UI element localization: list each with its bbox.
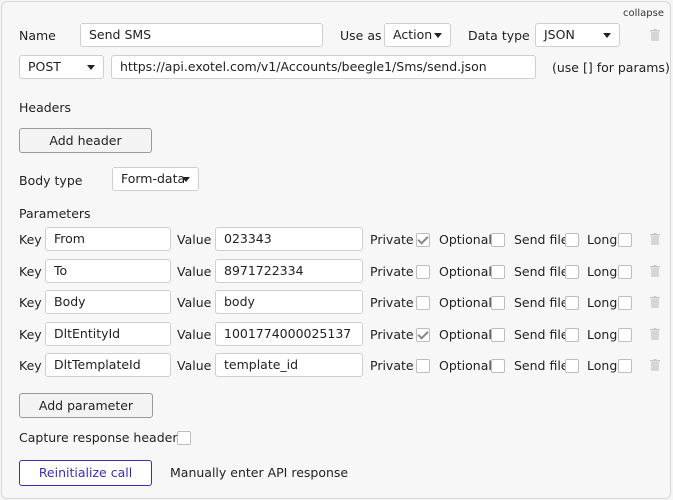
param-key-label: Key — [19, 264, 42, 279]
use-as-value: Action — [393, 27, 433, 42]
chevron-down-icon — [182, 177, 190, 182]
param-private-checkbox[interactable] — [416, 328, 430, 342]
param-optional-label: Optional — [439, 327, 492, 342]
trash-icon[interactable] — [650, 29, 660, 41]
use-as-label: Use as — [340, 28, 382, 43]
param-private-checkbox[interactable] — [416, 296, 430, 310]
param-key-input[interactable]: From — [45, 227, 171, 251]
name-input[interactable]: Send SMS — [80, 23, 323, 47]
param-value-label: Value — [177, 264, 212, 279]
param-long-label: Long — [587, 358, 618, 373]
param-private-checkbox[interactable] — [416, 233, 430, 247]
param-send-file-label: Send file — [514, 327, 569, 342]
param-value-input[interactable]: 1001774000025137 — [215, 322, 363, 346]
param-send-file-checkbox[interactable] — [565, 233, 579, 247]
param-private-label: Private — [370, 327, 414, 342]
param-send-file-checkbox[interactable] — [565, 359, 579, 373]
param-value-label: Value — [177, 295, 212, 310]
data-type-value: JSON — [544, 27, 575, 42]
param-private-label: Private — [370, 358, 414, 373]
param-private-label: Private — [370, 295, 414, 310]
param-key-label: Key — [19, 232, 42, 247]
trash-icon[interactable] — [650, 233, 660, 245]
param-value-input[interactable]: 8971722334 — [215, 259, 363, 283]
capture-headers-label: Capture response headers — [19, 430, 184, 445]
param-key-input[interactable]: DltTemplateId — [45, 353, 171, 377]
param-long-label: Long — [587, 327, 618, 342]
params-hint: (use [] for params) — [552, 60, 670, 75]
param-value-label: Value — [177, 358, 212, 373]
name-label: Name — [19, 28, 56, 43]
add-header-button[interactable]: Add header — [19, 128, 152, 153]
param-optional-checkbox[interactable] — [491, 359, 505, 373]
param-value-input[interactable]: body — [215, 290, 363, 314]
param-optional-checkbox[interactable] — [491, 296, 505, 310]
chevron-down-icon — [603, 33, 611, 38]
param-long-checkbox[interactable] — [618, 265, 632, 279]
param-send-file-label: Send file — [514, 295, 569, 310]
param-send-file-label: Send file — [514, 358, 569, 373]
param-send-file-label: Send file — [514, 264, 569, 279]
param-key-input[interactable]: Body — [45, 290, 171, 314]
param-long-checkbox[interactable] — [618, 233, 632, 247]
chevron-down-icon — [87, 65, 95, 70]
param-key-label: Key — [19, 327, 42, 342]
param-long-checkbox[interactable] — [618, 328, 632, 342]
data-type-label: Data type — [468, 28, 530, 43]
param-optional-label: Optional — [439, 358, 492, 373]
param-send-file-checkbox[interactable] — [565, 265, 579, 279]
headers-title: Headers — [19, 100, 72, 115]
param-key-label: Key — [19, 295, 42, 310]
body-type-select[interactable]: Form-data — [112, 167, 199, 191]
param-optional-checkbox[interactable] — [491, 265, 505, 279]
param-value-label: Value — [177, 232, 212, 247]
param-value-input[interactable]: 023343 — [215, 227, 363, 251]
param-private-label: Private — [370, 264, 414, 279]
param-private-checkbox[interactable] — [416, 265, 430, 279]
param-private-checkbox[interactable] — [416, 359, 430, 373]
param-optional-label: Optional — [439, 295, 492, 310]
trash-icon[interactable] — [650, 296, 660, 308]
param-send-file-checkbox[interactable] — [565, 328, 579, 342]
param-long-checkbox[interactable] — [618, 296, 632, 310]
param-long-checkbox[interactable] — [618, 359, 632, 373]
add-parameter-button[interactable]: Add parameter — [19, 393, 153, 418]
url-input[interactable]: https://api.exotel.com/v1/Accounts/beegl… — [111, 55, 536, 79]
use-as-select[interactable]: Action — [384, 23, 451, 47]
param-key-input[interactable]: DltEntityId — [45, 322, 171, 346]
param-long-label: Long — [587, 232, 618, 247]
param-send-file-checkbox[interactable] — [565, 296, 579, 310]
chevron-down-icon — [434, 33, 442, 38]
trash-icon[interactable] — [650, 328, 660, 340]
method-value: POST — [28, 59, 61, 74]
param-send-file-label: Send file — [514, 232, 569, 247]
param-key-label: Key — [19, 358, 42, 373]
param-optional-checkbox[interactable] — [491, 328, 505, 342]
param-private-label: Private — [370, 232, 414, 247]
trash-icon[interactable] — [650, 359, 660, 371]
param-optional-checkbox[interactable] — [491, 233, 505, 247]
body-type-label: Body type — [19, 173, 83, 188]
param-key-input[interactable]: To — [45, 259, 171, 283]
param-optional-label: Optional — [439, 232, 492, 247]
method-select[interactable]: POST — [19, 55, 104, 79]
collapse-link[interactable]: collapse — [623, 8, 664, 19]
trash-icon[interactable] — [650, 265, 660, 277]
data-type-select[interactable]: JSON — [535, 23, 620, 47]
param-optional-label: Optional — [439, 264, 492, 279]
param-value-input[interactable]: template_id — [215, 353, 363, 377]
reinitialize-call-button[interactable]: Reinitialize call — [19, 460, 152, 486]
capture-headers-checkbox[interactable] — [177, 431, 191, 445]
param-value-label: Value — [177, 327, 212, 342]
param-long-label: Long — [587, 295, 618, 310]
manual-response-link[interactable]: Manually enter API response — [170, 464, 348, 482]
parameters-title: Parameters — [19, 206, 91, 221]
body-type-value: Form-data — [121, 171, 186, 186]
param-long-label: Long — [587, 264, 618, 279]
